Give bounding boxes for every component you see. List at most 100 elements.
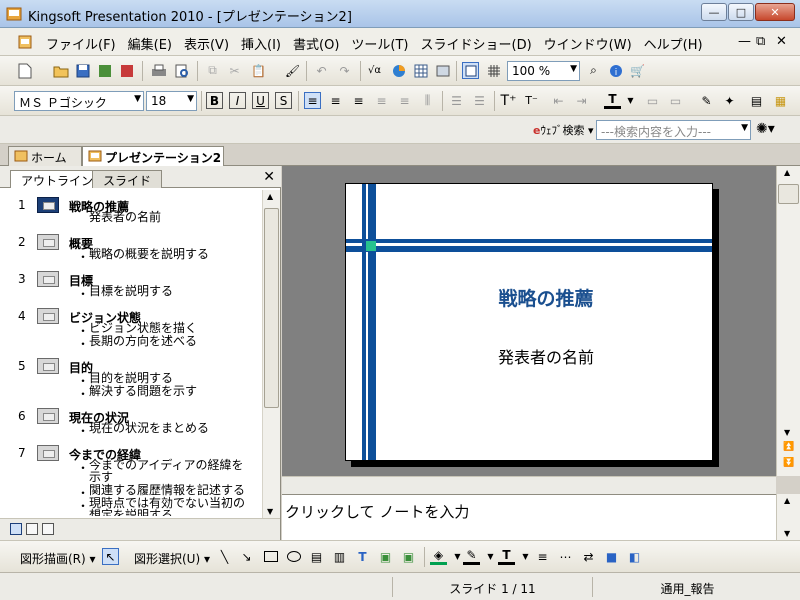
scroll-up-icon[interactable]: ▲	[784, 496, 790, 505]
format-painter-icon[interactable]: 🖌	[284, 62, 301, 79]
doc-close-button[interactable]: ✕	[776, 34, 787, 49]
outline-bullet-text[interactable]: 解決する問題を示す	[89, 385, 197, 397]
menu-item-5[interactable]: 書式(O)	[287, 34, 345, 53]
open-icon[interactable]	[52, 62, 69, 79]
window-close-button[interactable]: ✕	[755, 3, 795, 21]
font-color-icon[interactable]: T	[604, 92, 621, 109]
picture-icon[interactable]	[434, 62, 451, 79]
slide-scrollbar[interactable]: ▲ ▼ ⏫ ⏬	[776, 166, 800, 476]
tab-presentation[interactable]: プレゼンテーション2	[82, 146, 224, 167]
window-maximize-button[interactable]: □	[728, 3, 754, 21]
web-search-input[interactable]: ---検索内容を入力--- ▼	[596, 120, 751, 140]
paste-icon[interactable]: 📋	[250, 62, 267, 79]
3d-style-icon[interactable]: ◧	[626, 548, 643, 565]
underline-icon[interactable]: U	[252, 92, 269, 109]
align-right-icon[interactable]: ≡	[350, 92, 367, 109]
line-icon[interactable]: ╲	[216, 548, 233, 565]
font-select[interactable]: ＭＳ Ｐゴシック ▼	[14, 91, 144, 111]
scroll-down-icon[interactable]: ▼	[267, 507, 273, 516]
slide-title[interactable]: 戦略の推薦	[446, 284, 646, 311]
slide-design-icon[interactable]: ▭	[667, 92, 684, 109]
cut-icon[interactable]: ✂	[226, 62, 243, 79]
outline-bullet-text[interactable]: 長期の方向を述べる	[89, 335, 197, 347]
clipart-icon[interactable]: ▣	[377, 548, 394, 565]
menu-item-2[interactable]: 編集(E)	[122, 34, 178, 53]
undo-icon[interactable]: ↶	[313, 62, 330, 79]
outline-slide-icon[interactable]	[37, 445, 59, 461]
distribute-icon[interactable]: ≡	[396, 92, 413, 109]
increase-font-icon[interactable]: T⁺	[500, 92, 517, 109]
tab-home[interactable]: ホーム	[8, 146, 82, 166]
vertical-textbox-icon[interactable]: ▥	[331, 548, 348, 565]
normal-view-icon[interactable]	[462, 62, 479, 79]
outline-bullet-text[interactable]: 目的を説明する	[89, 372, 173, 384]
outline-bullet-text[interactable]: 関連する履歴情報を記述する	[89, 484, 245, 496]
zoom-select[interactable]: 100 % ▼	[507, 61, 580, 81]
scroll-down-icon[interactable]: ▼	[784, 529, 790, 538]
bullets-icon[interactable]: ☰	[471, 92, 488, 109]
shadow-style-icon[interactable]: ■	[603, 548, 620, 565]
outline-bullet-text[interactable]: 戦略の概要を説明する	[89, 248, 209, 260]
draw-menu-button[interactable]: 図形描画(R) ▾	[20, 550, 96, 567]
align-left-icon[interactable]: ≡	[304, 92, 321, 109]
decrease-indent-icon[interactable]: ⇤	[550, 92, 567, 109]
redo-icon[interactable]: ↷	[336, 62, 353, 79]
outline-bullet-text[interactable]: 目標を説明する	[89, 285, 173, 297]
tab-outline[interactable]: アウトライン	[10, 170, 105, 188]
arrow-icon[interactable]: ↘	[238, 548, 255, 565]
rectangle-icon[interactable]	[262, 548, 279, 565]
slideshow-button[interactable]	[42, 523, 54, 535]
line-style-icon[interactable]: ≡	[534, 548, 551, 565]
ellipse-icon[interactable]	[285, 548, 302, 565]
slide-canvas[interactable]: 戦略の推薦 発表者の名前	[345, 183, 713, 461]
previous-slide-icon[interactable]: ⏫	[783, 442, 794, 452]
normal-view-button[interactable]	[10, 523, 22, 535]
textbox-icon[interactable]: ▤	[308, 548, 325, 565]
spreadsheet-icon[interactable]: ▦	[772, 92, 789, 109]
outline-scroll-thumb[interactable]	[264, 208, 279, 408]
outline-bullet-text[interactable]: 現在の状況をまとめる	[89, 422, 209, 434]
slide-sorter-button[interactable]	[26, 523, 38, 535]
chart-icon[interactable]	[390, 62, 407, 79]
next-slide-icon[interactable]: ⏬	[783, 458, 794, 468]
decrease-font-icon[interactable]: T⁻	[523, 92, 540, 109]
scroll-up-icon[interactable]: ▲	[784, 168, 790, 177]
autoshapes-button[interactable]: 図形選択(U) ▾	[134, 550, 210, 567]
outline-slide-icon[interactable]	[37, 197, 59, 213]
column-icon[interactable]: ⫼	[419, 92, 436, 109]
menu-item-3[interactable]: 表示(V)	[178, 34, 235, 53]
help-icon[interactable]: i	[607, 62, 624, 79]
line-color-icon[interactable]: ✎	[463, 548, 480, 565]
outline-bullet-text[interactable]: 現時点では有効でない当初の想定を説明する	[89, 497, 249, 516]
tab-slides[interactable]: スライド	[92, 170, 163, 188]
outline-bullet-text[interactable]: 発表者の名前	[89, 211, 161, 223]
doc-minimize-button[interactable]: —	[738, 34, 751, 49]
outline-bullet-text[interactable]: 今までのアイディアの経緯を示す	[89, 459, 249, 483]
outline-slide-icon[interactable]	[37, 234, 59, 250]
search-options-icon[interactable]: ✺▾	[756, 121, 775, 137]
menu-item-9[interactable]: ヘルプ(H)	[638, 34, 709, 53]
menu-item-6[interactable]: ツール(T)	[345, 34, 414, 53]
justify-icon[interactable]: ≡	[373, 92, 390, 109]
wordart-icon[interactable]: T	[354, 548, 371, 565]
arrow-style-icon[interactable]: ⇄	[580, 548, 597, 565]
outline-bullet-text[interactable]: ビジョン状態を描く	[89, 322, 197, 334]
select-pointer-icon[interactable]: ↖	[102, 548, 119, 565]
align-center-icon[interactable]: ≡	[327, 92, 344, 109]
slide-subtitle[interactable]: 発表者の名前	[446, 344, 646, 368]
numbering-icon[interactable]: ☰	[448, 92, 465, 109]
italic-icon[interactable]: I	[229, 92, 246, 109]
slide-hscroll[interactable]	[282, 476, 776, 494]
outline-slide-icon[interactable]	[37, 358, 59, 374]
outline-scrollbar[interactable]: ▲ ▼	[262, 190, 280, 518]
menu-item-4[interactable]: 挿入(I)	[235, 34, 287, 53]
export-pdf-icon[interactable]	[118, 62, 135, 79]
custom-animation-icon[interactable]: ✎	[698, 92, 715, 109]
web-search-engine[interactable]: eｳｪﾌﾞ検索 ▾	[533, 122, 594, 138]
new-icon[interactable]	[16, 62, 33, 79]
equation-icon[interactable]: √α	[366, 62, 383, 79]
notes-pane[interactable]: クリックして ノートを入力	[282, 494, 776, 540]
outline-slide-icon[interactable]	[37, 408, 59, 424]
scroll-up-icon[interactable]: ▲	[267, 192, 273, 201]
font-size-select[interactable]: 18 ▼	[146, 91, 197, 111]
